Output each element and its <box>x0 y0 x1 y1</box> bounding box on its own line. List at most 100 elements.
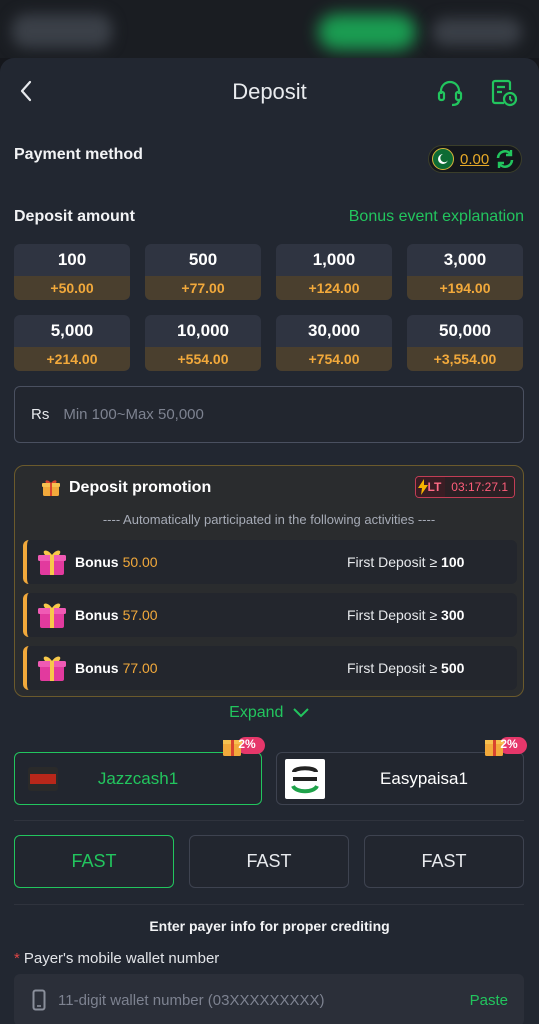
bonus-condition: First Deposit ≥ 300 <box>347 607 464 623</box>
condition-threshold: 100 <box>441 554 465 570</box>
amount-option[interactable]: 30,000 +754.00 <box>276 315 392 371</box>
currency-label: Rs <box>31 406 50 423</box>
gift-box-icon <box>38 656 66 681</box>
limited-time-label: LT <box>415 477 446 497</box>
amount-value: 30,000 <box>308 321 360 340</box>
blurred-account-area <box>432 18 522 46</box>
gift-box-icon <box>38 550 66 575</box>
amount-bonus: +754.00 <box>276 347 392 371</box>
amount-options: 100 +50.00 500 +77.00 1,000 +124.00 3,000 +1… <box>14 244 524 371</box>
customer-support-button[interactable] <box>436 78 464 108</box>
divider <box>14 904 524 905</box>
deposit-amount-row: Deposit amount Bonus event explanation <box>14 208 524 232</box>
lightning-icon <box>417 479 428 495</box>
deposit-amount-label: Deposit amount <box>14 208 135 225</box>
amount-value: 3,000 <box>443 250 487 269</box>
speed-option-2[interactable]: FAST <box>189 835 349 888</box>
amount-bonus: +50.00 <box>14 276 130 300</box>
bonus-label: Bonus <box>75 607 119 623</box>
promotion-item: Bonus 57.00 First Deposit ≥ 300 <box>23 593 517 637</box>
bonus-label: Bonus <box>75 554 119 570</box>
pakistan-flag-icon <box>432 148 454 170</box>
expand-label: Expand <box>229 704 284 721</box>
amount-input[interactable] <box>63 406 464 423</box>
payment-channels: Jazzcash1 2% Easypaisa1 2% <box>14 737 527 806</box>
expand-button[interactable]: Expand <box>0 704 539 722</box>
bonus-condition: First Deposit ≥ 100 <box>347 554 464 570</box>
headset-icon <box>437 80 463 107</box>
condition-threshold: 500 <box>441 660 465 676</box>
deposit-promotion-panel: Deposit promotion LT 03:17:27.1 ---- Aut… <box>14 465 524 697</box>
blurred-logo <box>12 14 112 48</box>
balance-value: 0.00 <box>460 150 490 168</box>
amount-option[interactable]: 1,000 +124.00 <box>276 244 392 300</box>
amount-value: 50,000 <box>439 321 491 340</box>
amount-option[interactable]: 3,000 +194.00 <box>407 244 523 300</box>
channel-badge: 2% <box>238 737 256 751</box>
easypaisa-logo <box>285 759 325 799</box>
deposit-sheet: Deposit Payment method 0.00 Deposit amou… <box>0 58 539 1024</box>
promotion-title: Deposit promotion <box>69 479 212 496</box>
blurred-action-button <box>318 14 416 50</box>
payer-info-title: Enter payer info for proper crediting <box>149 918 390 934</box>
balance-pill: 0.00 <box>428 145 522 173</box>
condition-text: First Deposit ≥ <box>347 607 438 623</box>
channel-jazzcash[interactable]: Jazzcash1 2% <box>14 737 265 805</box>
channel-name: Easypaisa1 <box>380 768 468 788</box>
amount-option[interactable]: 100 +50.00 <box>14 244 130 300</box>
mobile-phone-icon <box>32 989 46 1011</box>
deposit-history-button[interactable] <box>490 78 518 108</box>
speed-option-1[interactable]: FAST <box>14 835 174 888</box>
amount-bonus: +3,554.00 <box>407 347 523 371</box>
amount-option[interactable]: 10,000 +554.00 <box>145 315 261 371</box>
speed-option-3[interactable]: FAST <box>364 835 524 888</box>
amount-value: 5,000 <box>50 321 94 340</box>
deposit-header: Deposit <box>0 58 539 130</box>
amount-bonus: +124.00 <box>276 276 392 300</box>
amount-value: 1,000 <box>312 250 356 269</box>
required-mark: * <box>14 950 20 967</box>
limited-time-text: LT <box>427 480 442 494</box>
amount-input-field: Rs <box>14 386 524 443</box>
promotion-header: Deposit promotion <box>41 478 211 498</box>
blurred-top-bar <box>0 0 539 58</box>
bonus-condition: First Deposit ≥ 500 <box>347 660 464 676</box>
amount-bonus: +554.00 <box>145 347 261 371</box>
condition-text: First Deposit ≥ <box>347 554 438 570</box>
bonus-amount: 50.00 <box>122 554 158 570</box>
refresh-balance-button[interactable] <box>494 148 516 170</box>
amount-bonus: +214.00 <box>14 347 130 371</box>
amount-value: 100 <box>57 250 87 269</box>
countdown-timer: 03:17:27.1 <box>445 477 514 497</box>
channel-badge: 2% <box>500 737 518 751</box>
chevron-down-icon <box>293 708 309 718</box>
payment-method-label: Payment method <box>14 146 143 163</box>
amount-option[interactable]: 500 +77.00 <box>145 244 261 300</box>
wallet-label-text: Payer's mobile wallet number <box>23 950 220 967</box>
paste-button[interactable]: Paste <box>470 992 508 1009</box>
amount-option[interactable]: 50,000 +3,554.00 <box>407 315 523 371</box>
channel-name: Jazzcash1 <box>97 768 179 788</box>
condition-text: First Deposit ≥ <box>347 660 438 676</box>
divider <box>14 820 524 821</box>
gift-icon <box>42 480 60 496</box>
bonus-amount: 77.00 <box>122 660 158 676</box>
amount-bonus: +194.00 <box>407 276 523 300</box>
wallet-number-field: Paste <box>14 974 524 1024</box>
channel-easypaisa[interactable]: Easypaisa1 2% <box>276 737 527 805</box>
amount-value: 500 <box>188 250 218 269</box>
promotion-item: Bonus 50.00 First Deposit ≥ 100 <box>23 540 517 584</box>
bonus-amount: 57.00 <box>122 607 158 623</box>
payment-method-row: Payment method 0.00 <box>14 145 524 176</box>
condition-threshold: 300 <box>441 607 465 623</box>
wallet-number-label: * Payer's mobile wallet number <box>14 950 219 967</box>
history-icon <box>491 79 518 107</box>
refresh-icon <box>496 150 514 168</box>
wallet-number-input[interactable] <box>58 991 428 1009</box>
bonus-label: Bonus <box>75 660 119 676</box>
amount-option[interactable]: 5,000 +214.00 <box>14 315 130 371</box>
bonus-event-explanation-link[interactable]: Bonus event explanation <box>349 208 524 226</box>
limited-time-badge: LT 03:17:27.1 <box>414 476 515 498</box>
gift-box-icon <box>38 603 66 628</box>
amount-bonus: +77.00 <box>145 276 261 300</box>
